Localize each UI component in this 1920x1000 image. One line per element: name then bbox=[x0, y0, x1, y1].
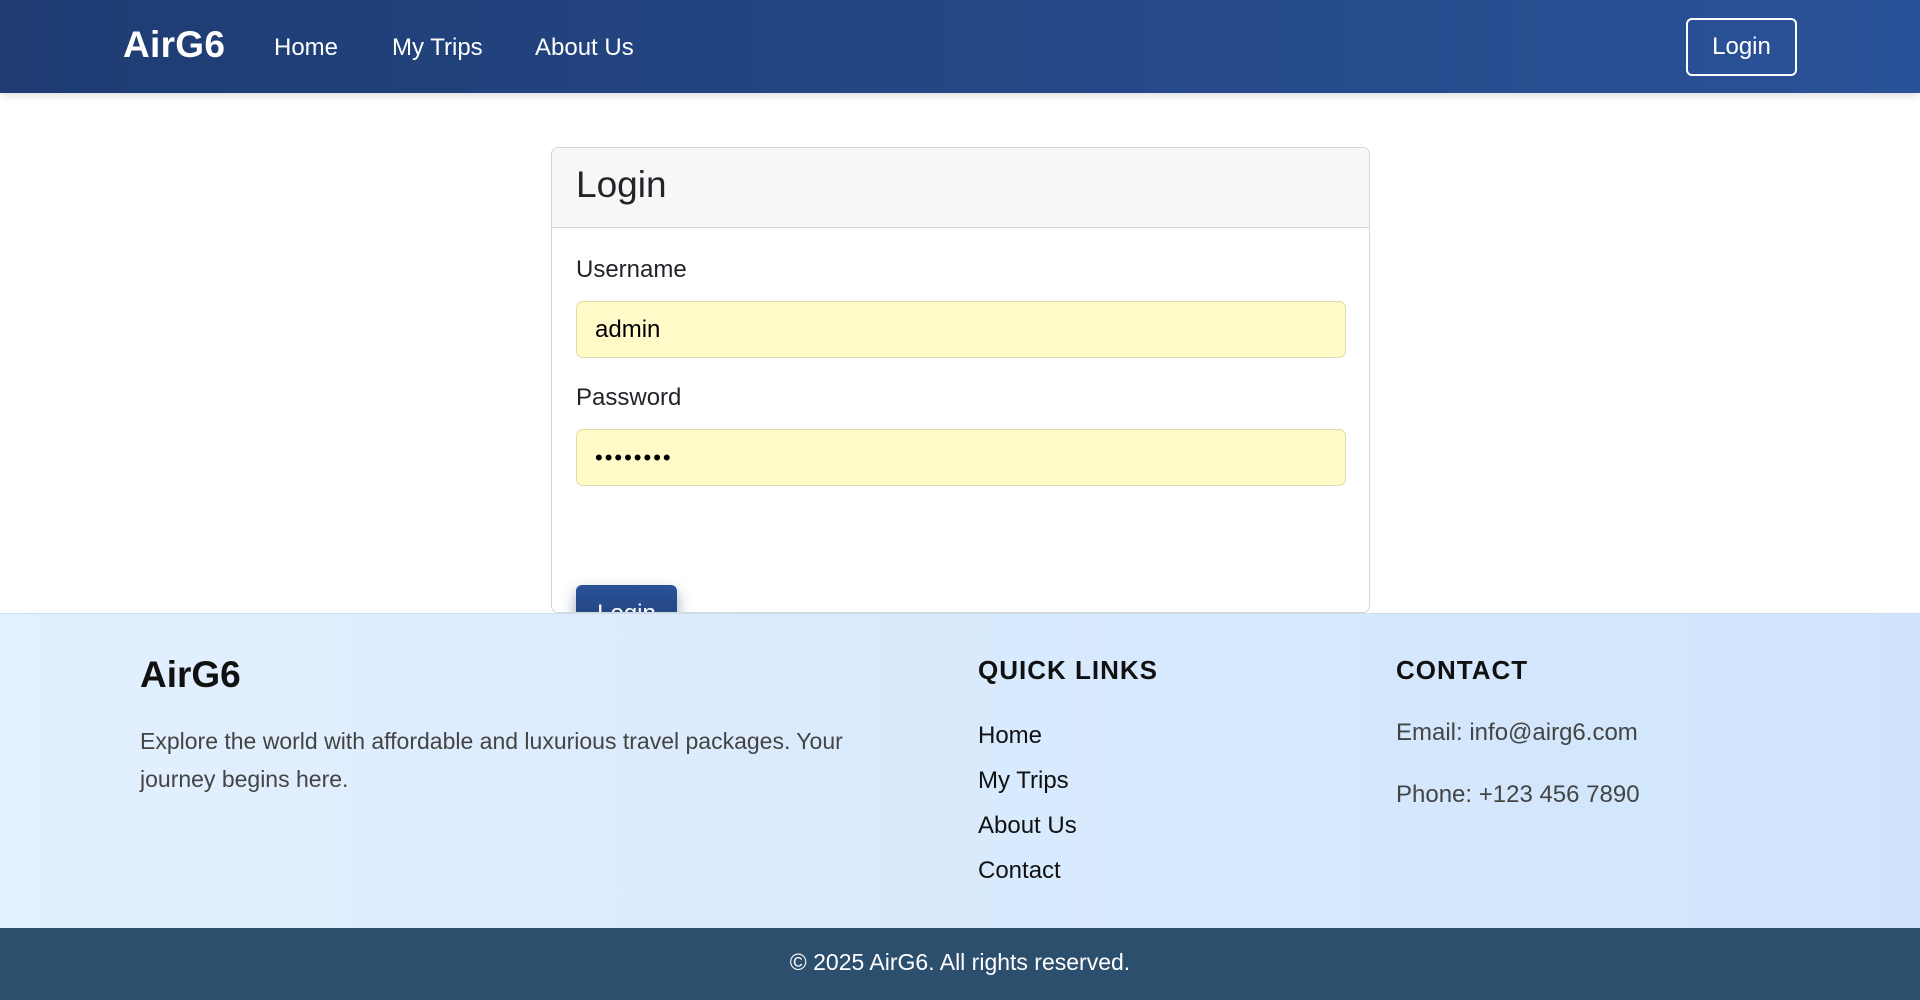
copyright-bar: © 2025 AirG6. All rights reserved. bbox=[0, 928, 1920, 1000]
login-card: Login Username Password Login bbox=[551, 147, 1370, 613]
footer-description: Explore the world with affordable and lu… bbox=[140, 728, 843, 792]
footer-link-contact[interactable]: Contact bbox=[978, 857, 1061, 885]
password-input[interactable] bbox=[576, 429, 1346, 486]
footer-link-about-us[interactable]: About Us bbox=[978, 812, 1077, 840]
nav-link-about-us[interactable]: About Us bbox=[535, 34, 634, 62]
nav-link-home[interactable]: Home bbox=[274, 34, 338, 62]
brand-logo[interactable]: AirG6 bbox=[123, 24, 225, 66]
footer-brand: AirG6 bbox=[140, 654, 241, 695]
username-input[interactable] bbox=[576, 301, 1346, 358]
contact-email: Email: info@airg6.com bbox=[1396, 719, 1638, 746]
login-submit-button[interactable]: Login bbox=[576, 585, 677, 612]
footer-link-home[interactable]: Home bbox=[978, 722, 1042, 750]
top-navbar: AirG6 Home My Trips About Us Login bbox=[0, 0, 1920, 93]
site-footer: AirG6 Explore the world with affordable … bbox=[0, 613, 1920, 928]
contact-phone: Phone: +123 456 7890 bbox=[1396, 781, 1640, 808]
login-card-header: Login bbox=[552, 148, 1369, 228]
password-label: Password bbox=[576, 384, 682, 411]
username-label: Username bbox=[576, 256, 687, 283]
login-card-title: Login bbox=[576, 164, 667, 205]
quick-links-heading: QUICK LINKS bbox=[978, 655, 1158, 685]
copyright-text: © 2025 AirG6. All rights reserved. bbox=[789, 948, 1131, 975]
nav-link-my-trips[interactable]: My Trips bbox=[392, 34, 483, 62]
contact-heading: CONTACT bbox=[1396, 655, 1529, 685]
navbar-login-button[interactable]: Login bbox=[1686, 18, 1797, 76]
footer-link-my-trips[interactable]: My Trips bbox=[978, 767, 1069, 795]
